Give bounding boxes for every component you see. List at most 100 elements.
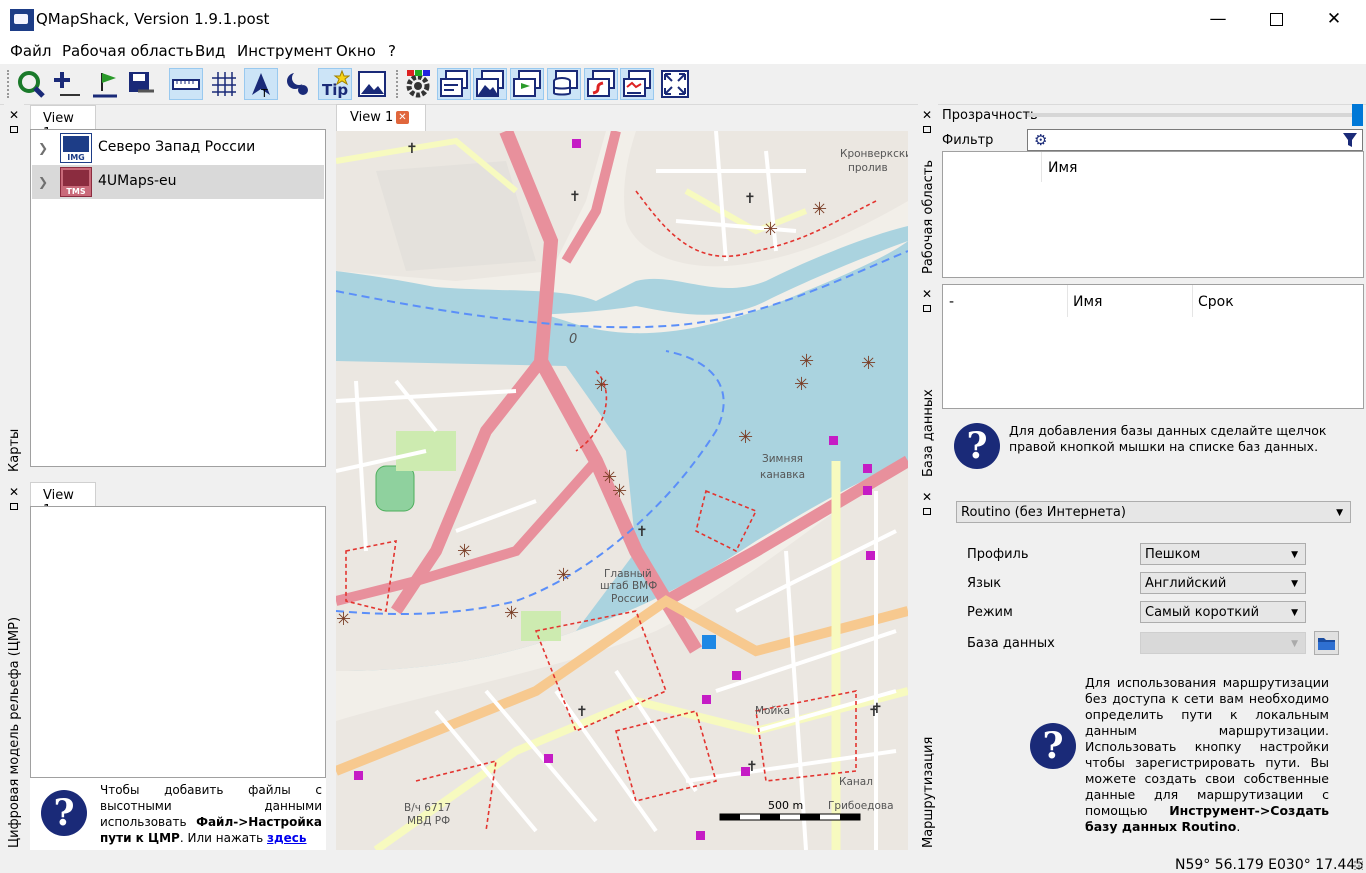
database-dock-float-icon[interactable]	[923, 305, 931, 312]
dem-dock-float-icon[interactable]	[10, 503, 18, 510]
menu-workspace[interactable]: Рабочая область	[62, 42, 194, 60]
routing-help-text: Для использования маршрутизации без дост…	[1085, 675, 1329, 834]
menu-view[interactable]: Вид	[195, 42, 225, 60]
language-select[interactable]: Английский ▼	[1140, 572, 1306, 594]
dem-tab[interactable]: View 1	[30, 482, 96, 518]
routing-engine-value: Routino (без Интернета)	[961, 505, 1126, 520]
gear-icon[interactable]: ⚙	[1034, 131, 1047, 149]
database-folder-button[interactable]	[1314, 631, 1339, 655]
chevron-right-icon[interactable]: ❯	[38, 141, 48, 155]
mode-value: Самый короткий	[1145, 605, 1260, 620]
setup-button[interactable]	[401, 68, 435, 100]
opacity-slider-handle[interactable]	[1352, 104, 1363, 126]
maps-tab[interactable]: View 1	[30, 105, 96, 141]
map-view-button[interactable]	[355, 68, 389, 100]
dem-dock-title: Цифровая модель рельефа (ЦМР)	[7, 616, 22, 848]
dropdown-arrow-icon: ▼	[1336, 508, 1343, 518]
dem-dock-close-icon[interactable]: ✕	[9, 486, 19, 498]
folder-icon	[1318, 638, 1335, 650]
add-route-button[interactable]	[88, 68, 122, 100]
language-value: Английский	[1145, 576, 1227, 591]
workspace-dock-float-icon[interactable]	[923, 126, 931, 133]
routing-engine-select[interactable]: Routino (без Интернета) ▼	[956, 501, 1351, 523]
floppy-icon	[129, 72, 154, 93]
gis-dock-button[interactable]	[620, 68, 654, 100]
profile-select[interactable]: Пешком ▼	[1140, 543, 1306, 565]
flag-icon	[93, 73, 117, 98]
dem-help-link[interactable]: здесь	[267, 831, 307, 845]
workspace-dock-close-icon[interactable]: ✕	[922, 109, 932, 121]
dem-dock-button[interactable]	[473, 68, 507, 100]
map-item-tms[interactable]: ❯ TMS 4UMaps-eu	[32, 165, 324, 199]
map-view-tab[interactable]: View 1 ✕	[336, 104, 426, 131]
help-icon: ?	[1030, 723, 1076, 769]
menu-tools[interactable]: Инструмент	[237, 42, 333, 60]
workspace-column-name[interactable]: Имя	[1048, 160, 1077, 176]
resize-grip[interactable]	[1353, 860, 1363, 870]
maps-dock-button[interactable]	[510, 68, 544, 100]
search-map-button[interactable]	[14, 68, 48, 100]
workspace-tree[interactable]: Имя	[942, 151, 1364, 278]
database-column-date[interactable]: Срок	[1198, 294, 1234, 310]
maps-dock-float-icon[interactable]	[10, 126, 18, 133]
routing-dock-float-icon[interactable]	[923, 508, 931, 515]
svg-text:✳: ✳	[612, 481, 627, 502]
tms-map-icon: TMS	[60, 167, 92, 197]
menu-help[interactable]: ?	[388, 42, 396, 60]
map-label-zimnyaya: Зимняя	[762, 453, 803, 465]
database-tree[interactable]: - Имя Срок	[942, 284, 1364, 409]
routing-dock-close-icon[interactable]: ✕	[922, 491, 932, 503]
mode-select[interactable]: Самый короткий ▼	[1140, 601, 1306, 623]
maximize-button[interactable]	[1247, 0, 1305, 38]
night-mode-button[interactable]	[281, 68, 315, 100]
svg-text:✳: ✳	[861, 353, 876, 374]
route-icon	[587, 70, 615, 97]
svg-text:✝: ✝	[569, 189, 581, 205]
filter-input[interactable]: ⚙	[1027, 129, 1363, 151]
filter-label: Фильтр	[942, 133, 994, 148]
filter-icon[interactable]	[1342, 132, 1358, 148]
database-column-name[interactable]: Имя	[1073, 294, 1102, 310]
opacity-slider-track[interactable]	[1027, 113, 1352, 117]
database-column-0[interactable]: -	[949, 294, 954, 310]
waypoint-plus-icon	[54, 72, 80, 96]
database-help-text: Для добавления базы данных сделайте щелч…	[1009, 423, 1327, 454]
fullscreen-button[interactable]	[658, 68, 692, 100]
minimize-button[interactable]: —	[1189, 0, 1247, 38]
save-all-button[interactable]	[124, 68, 158, 100]
language-label: Язык	[967, 576, 1002, 591]
grid-button[interactable]	[207, 68, 241, 100]
database-dock-button[interactable]	[547, 68, 581, 100]
map-label-shtab: штаб ВМФ	[600, 580, 657, 592]
close-button[interactable]: ✕	[1305, 0, 1363, 38]
map-label-zero: 0	[569, 332, 577, 347]
menu-file[interactable]: Файл	[10, 42, 51, 60]
dropdown-arrow-icon: ▼	[1291, 579, 1298, 589]
flag-window-icon	[513, 70, 541, 97]
map-canvas[interactable]: ✝ ✝ ✝ ✝ ✝ ✝ ✝ ✝ ✳ ✳ ✳ ✳ ✳ ✳ ✳ ✳ ✳ ✳ ✳ ✳ ✳ Кронверк…	[336, 131, 908, 850]
tab-close-icon[interactable]: ✕	[396, 111, 409, 124]
maps-dock-title: Карты	[7, 428, 22, 472]
opacity-label: Прозрачность	[942, 108, 1038, 123]
map-item-img[interactable]: ❯ IMG Северо Запад России	[32, 131, 324, 165]
dropdown-arrow-icon: ▼	[1291, 608, 1298, 618]
database-dock-title: База данных	[921, 389, 936, 477]
workspace-dock-button[interactable]	[437, 68, 471, 100]
column-divider	[1067, 285, 1068, 317]
menu-window[interactable]: Окно	[336, 42, 376, 60]
database-dock-close-icon[interactable]: ✕	[922, 288, 932, 300]
layers-icon	[623, 70, 651, 97]
ruler-icon	[172, 79, 200, 90]
routing-dock-button[interactable]	[584, 68, 618, 100]
text-tool-button[interactable]: T	[244, 68, 278, 100]
chevron-right-icon[interactable]: ❯	[38, 175, 48, 189]
svg-text:✳: ✳	[763, 219, 778, 240]
dem-list	[30, 506, 326, 778]
add-waypoint-button[interactable]	[50, 68, 84, 100]
tips-button[interactable]: Tip	[318, 68, 352, 100]
maps-dock-close-icon[interactable]: ✕	[9, 109, 19, 121]
ruler-button[interactable]	[169, 68, 203, 100]
mode-label: Режим	[967, 605, 1013, 620]
database-select[interactable]: ▼	[1140, 632, 1306, 654]
svg-text:Tip: Tip	[322, 81, 348, 99]
